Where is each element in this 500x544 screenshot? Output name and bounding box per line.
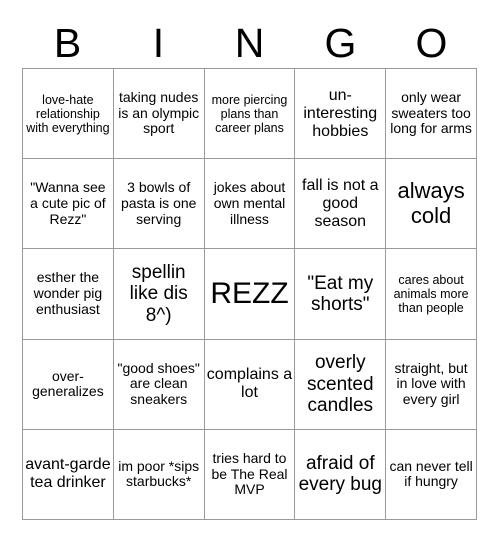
bingo-cell-label: fall is not a good season <box>302 176 379 230</box>
bingo-cell[interactable]: over-generalizes <box>23 339 114 430</box>
bingo-cell[interactable]: can never tell if hungry <box>386 429 477 520</box>
bingo-cell-label: can never tell if hungry <box>389 457 473 490</box>
header-letter-n: N <box>234 19 265 66</box>
bingo-cell[interactable]: taking nudes is an olympic sport <box>113 69 205 160</box>
bingo-card: B I N G O love-hate relationship with ev… <box>0 0 500 544</box>
bingo-cell-label: spellin like dis 8^) <box>129 262 188 326</box>
bingo-cell[interactable]: tries hard to be The Real MVP <box>204 429 296 520</box>
bingo-cell-label: love-hate relationship with everything <box>26 92 110 135</box>
bingo-cell-label: more piercing plans than career plans <box>211 92 288 135</box>
bingo-cell[interactable]: im poor *sips starbucks* <box>113 429 205 520</box>
bingo-cell-label: jokes about own mental illness <box>213 179 286 227</box>
bingo-cell-label: afraid of every bug <box>298 453 383 496</box>
header-letter-i: I <box>152 19 165 66</box>
bingo-cell[interactable]: 3 bowls of pasta is one serving <box>113 159 205 250</box>
bingo-cell-label: over-generalizes <box>32 367 104 400</box>
bingo-cell-label: only wear sweaters too long for arms <box>390 89 472 137</box>
bingo-cell-label: "good shoes" are clean sneakers <box>117 359 200 408</box>
bingo-cell[interactable]: straight, but in love with every girl <box>386 339 477 430</box>
header-letter-g: G <box>324 19 357 66</box>
bingo-cell[interactable]: overly scented candles <box>295 339 387 430</box>
bingo-cell[interactable]: "Eat my shorts" <box>295 249 387 340</box>
bingo-cell-label: tries hard to be The Real MVP <box>211 449 288 498</box>
bingo-cell[interactable]: spellin like dis 8^) <box>113 249 205 340</box>
bingo-cell[interactable]: afraid of every bug <box>295 429 387 520</box>
bingo-cell[interactable]: complains a lot <box>204 339 296 430</box>
bingo-cell-label: cares about animals more than people <box>393 272 469 315</box>
bingo-cell[interactable]: esther the wonder pig enthusiast <box>23 249 114 340</box>
bingo-cell-label: esther the wonder pig enthusiast <box>33 269 103 317</box>
bingo-cell[interactable]: jokes about own mental illness <box>204 159 296 250</box>
bingo-cell[interactable]: cares about animals more than people <box>386 249 477 340</box>
bingo-cell[interactable]: more piercing plans than career plans <box>204 69 296 160</box>
bingo-cell-label: im poor *sips starbucks* <box>118 457 200 490</box>
bingo-cell-label: complains a lot <box>206 366 293 402</box>
bingo-header-row: B I N G O <box>22 18 477 68</box>
header-letter-b: B <box>53 19 82 66</box>
header-letter-o: O <box>415 19 448 66</box>
bingo-cell[interactable]: fall is not a good season <box>295 159 387 250</box>
bingo-cell[interactable]: always cold <box>386 159 477 250</box>
bingo-cell[interactable]: un-interesting hobbies <box>295 69 387 160</box>
bingo-cell[interactable]: avant-garde tea drinker <box>23 429 114 520</box>
bingo-cell[interactable]: only wear sweaters too long for arms <box>386 69 477 160</box>
bingo-cell-label: overly scented candles <box>307 352 374 416</box>
bingo-grid: love-hate relationship with everything ta… <box>22 68 477 520</box>
bingo-cell-label: "Eat my shorts" <box>307 272 374 315</box>
bingo-cell[interactable]: love-hate relationship with everything <box>23 69 114 160</box>
bingo-cell-label: un-interesting hobbies <box>303 86 378 140</box>
bingo-cell-label: 3 bowls of pasta is one serving <box>120 179 197 227</box>
bingo-cell-label: always cold <box>397 178 465 228</box>
bingo-cell-label: taking nudes is an olympic sport <box>118 89 200 137</box>
bingo-cell-label: "Wanna see a cute pic of Rezz" <box>30 179 106 227</box>
bingo-cell[interactable]: "Wanna see a cute pic of Rezz" <box>23 159 114 250</box>
bingo-free-space[interactable]: REZZ <box>204 249 296 340</box>
bingo-cell-label: REZZ <box>210 277 289 311</box>
bingo-cell-label: straight, but in love with every girl <box>394 359 468 408</box>
bingo-cell-label: avant-garde tea drinker <box>25 456 111 492</box>
bingo-cell[interactable]: "good shoes" are clean sneakers <box>113 339 205 430</box>
